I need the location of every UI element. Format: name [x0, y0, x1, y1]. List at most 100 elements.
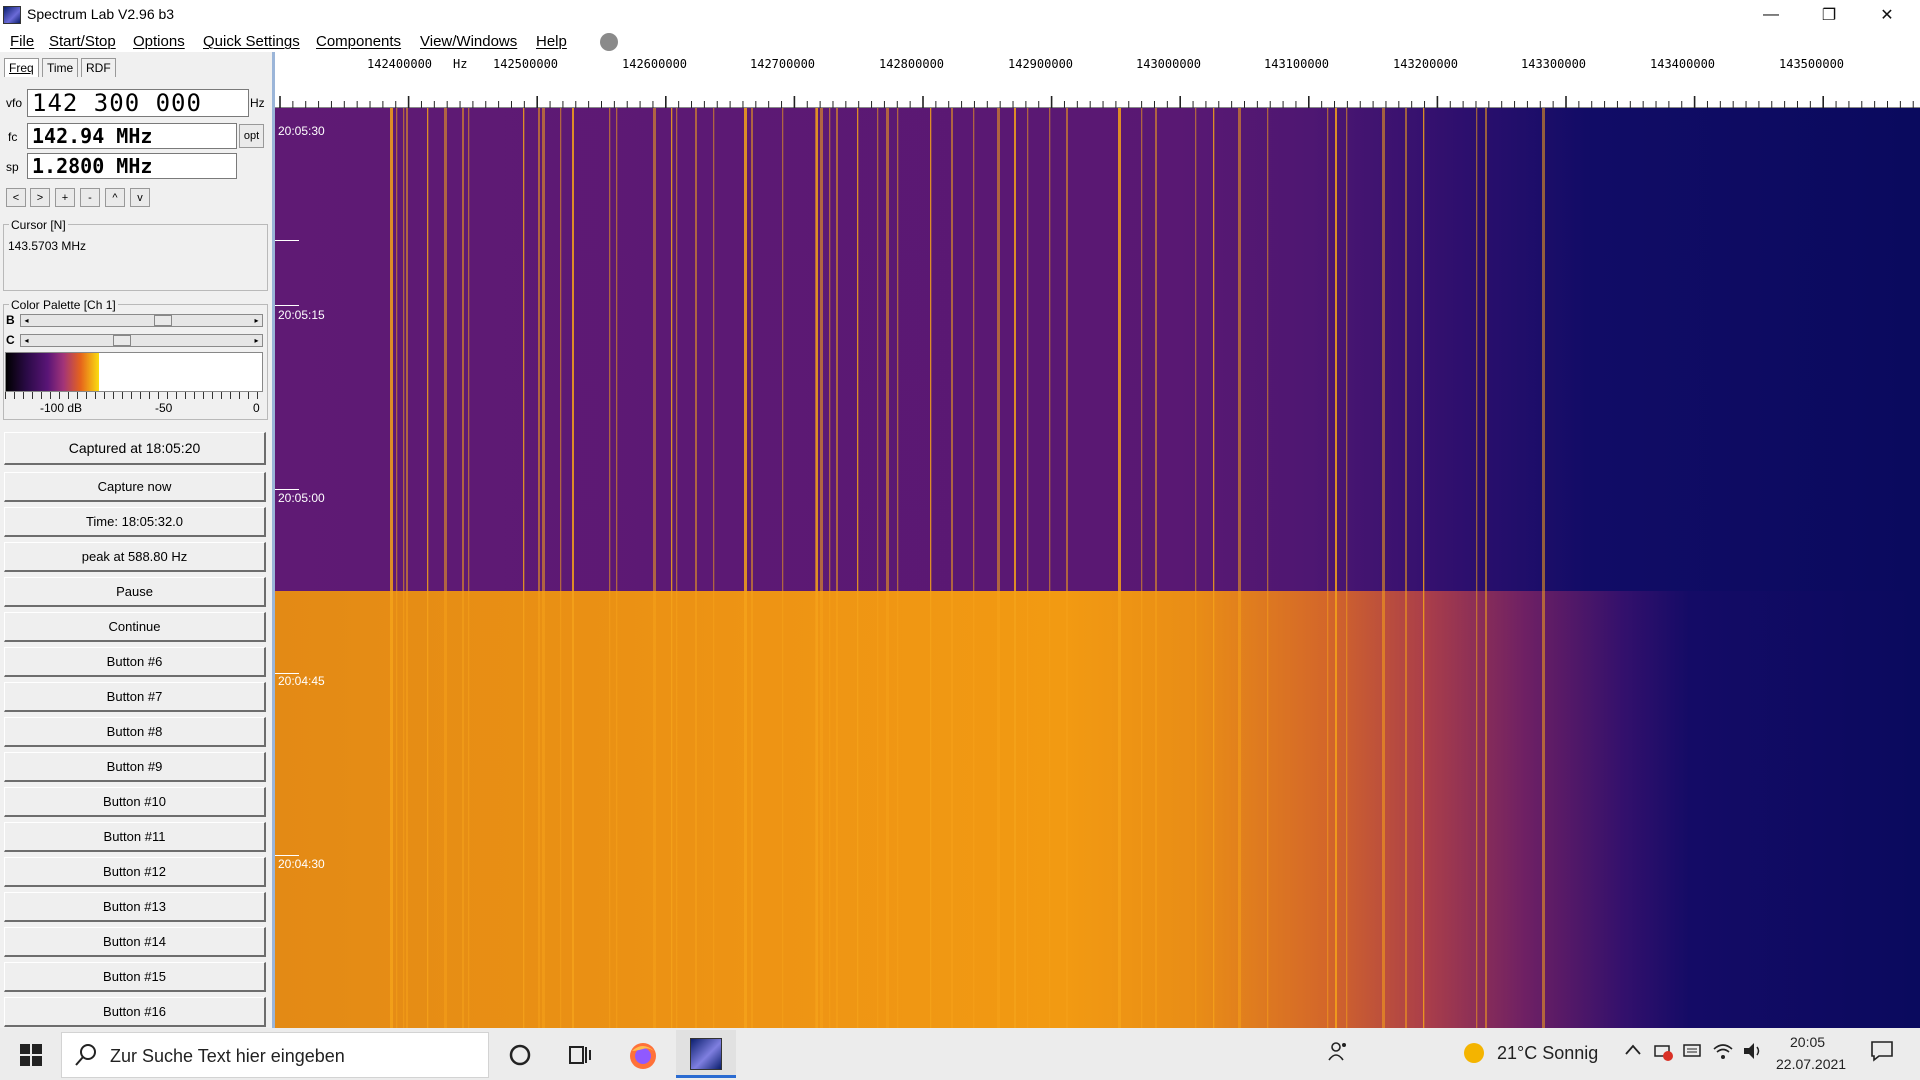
capture-now-button[interactable]: Capture now	[4, 472, 266, 502]
signal-streak	[572, 108, 574, 1028]
volume-icon[interactable]	[1742, 1040, 1764, 1067]
menu-start-stop[interactable]: Start/Stop	[49, 33, 116, 50]
wifi-icon[interactable]	[1712, 1040, 1734, 1067]
frequency-ticks	[279, 96, 1914, 108]
input-icon[interactable]	[1682, 1040, 1704, 1067]
button-14[interactable]: Button #14	[4, 927, 266, 957]
signal-streak	[609, 108, 611, 1028]
slider-right-arrow-icon[interactable]: ▸	[251, 315, 262, 326]
menu-file[interactable]: File	[10, 33, 34, 50]
signal-streak	[1267, 108, 1269, 1028]
button-8[interactable]: Button #8	[4, 717, 266, 747]
nav-up-button[interactable]: ^	[105, 188, 125, 207]
contrast-slider[interactable]: ◂ ▸	[20, 334, 263, 347]
signal-streak	[973, 108, 975, 1028]
chevron-up-icon[interactable]	[1624, 1040, 1642, 1065]
restore-button[interactable]: ❐	[1800, 0, 1858, 30]
windows-start-icon[interactable]	[14, 1040, 48, 1070]
signal-streak	[897, 108, 899, 1028]
button-12[interactable]: Button #12	[4, 857, 266, 887]
signal-streak	[406, 108, 408, 1028]
menu-help[interactable]: Help	[536, 33, 567, 50]
fc-field[interactable]: 142.94 MHz	[27, 123, 237, 149]
opt-button[interactable]: opt	[239, 124, 264, 148]
task-view-icon[interactable]	[566, 1040, 594, 1070]
button-9[interactable]: Button #9	[4, 752, 266, 782]
palette-label-mid: -50	[155, 401, 173, 415]
continue-button[interactable]: Continue	[4, 612, 266, 642]
menu-view-windows[interactable]: View/Windows	[420, 33, 517, 50]
taskbar-search-box[interactable]: Zur Suche Text hier eingeben	[61, 1032, 489, 1078]
tab-rdf[interactable]: RDF	[81, 58, 116, 77]
zoom-out-button[interactable]: -	[80, 188, 100, 207]
time-tick	[275, 855, 299, 856]
brightness-slider-thumb[interactable]	[153, 315, 172, 326]
signal-streak	[1155, 108, 1157, 1028]
frequency-axis[interactable]: 142400000 Hz 142500000 142600000 1427000…	[275, 52, 1920, 108]
nav-right-button[interactable]: >	[30, 188, 50, 207]
signal-streak	[997, 108, 1000, 1028]
spectrum-lab-icon	[690, 1038, 722, 1070]
button-10[interactable]: Button #10	[4, 787, 266, 817]
signal-streak	[1327, 108, 1329, 1028]
weather-sun-icon[interactable]	[1462, 1041, 1486, 1070]
button-15[interactable]: Button #15	[4, 962, 266, 992]
freq-label: 143400000	[1650, 57, 1716, 71]
slider-left-arrow-icon[interactable]: ◂	[21, 315, 32, 326]
clock-date[interactable]: 22.07.2021	[1776, 1056, 1846, 1072]
contrast-label: C	[6, 333, 15, 347]
button-13[interactable]: Button #13	[4, 892, 266, 922]
menu-options[interactable]: Options	[133, 33, 185, 50]
button-6[interactable]: Button #6	[4, 647, 266, 677]
network-icon[interactable]	[1652, 1040, 1674, 1067]
freq-label: 142500000	[493, 57, 559, 71]
signal-streak	[1195, 108, 1197, 1028]
button-11[interactable]: Button #11	[4, 822, 266, 852]
nav-down-button[interactable]: v	[130, 188, 150, 207]
tab-freq[interactable]: Freq	[4, 58, 39, 77]
cortana-icon[interactable]	[506, 1040, 534, 1070]
brightness-label: B	[6, 313, 15, 327]
people-icon[interactable]	[1327, 1040, 1349, 1067]
nav-left-button[interactable]: <	[6, 188, 26, 207]
app-icon	[3, 6, 21, 24]
vfo-field[interactable]: 142 300 000	[27, 89, 249, 117]
captured-at-button[interactable]: Captured at 18:05:20	[4, 432, 266, 465]
menu-quick-settings[interactable]: Quick Settings	[203, 33, 300, 50]
time-button[interactable]: Time: 18:05:32.0	[4, 507, 266, 537]
slider-left-arrow-icon[interactable]: ◂	[21, 335, 32, 346]
title-bar: Spectrum Lab V2.96 b3 — ❐ ✕	[0, 0, 1920, 30]
spectrum-lab-taskbar-icon[interactable]	[676, 1030, 736, 1078]
color-palette-bar[interactable]	[5, 352, 263, 392]
freq-unit-label: Hz	[453, 57, 468, 71]
menu-components[interactable]: Components	[316, 33, 401, 50]
button-16[interactable]: Button #16	[4, 997, 266, 1027]
signal-streak	[1027, 108, 1029, 1028]
signal-streak	[671, 108, 673, 1028]
firefox-icon[interactable]	[626, 1040, 660, 1072]
peak-button[interactable]: peak at 588.80 Hz	[4, 542, 266, 572]
pause-button[interactable]: Pause	[4, 577, 266, 607]
clock-time[interactable]: 20:05	[1790, 1034, 1825, 1050]
palette-label-max: 0	[253, 401, 260, 415]
button-7[interactable]: Button #7	[4, 682, 266, 712]
signal-streak	[560, 108, 562, 1028]
brightness-slider[interactable]: ◂ ▸	[20, 314, 263, 327]
signal-streak	[1141, 108, 1143, 1028]
record-status-icon[interactable]	[600, 33, 618, 51]
palette-ticks	[5, 392, 263, 399]
signal-streak	[653, 108, 656, 1028]
tab-time[interactable]: Time	[42, 58, 79, 77]
minimize-button[interactable]: —	[1742, 0, 1800, 30]
sp-field[interactable]: 1.2800 MHz	[27, 153, 237, 179]
contrast-slider-thumb[interactable]	[113, 335, 132, 346]
slider-right-arrow-icon[interactable]: ▸	[251, 335, 262, 346]
signal-streak	[1346, 108, 1348, 1028]
waterfall-spectrogram[interactable]: 20:05:30 20:05:15 20:05:00 20:04:45 20:0…	[275, 108, 1920, 1028]
time-tick	[275, 489, 299, 490]
color-palette-title: Color Palette [Ch 1]	[9, 298, 118, 312]
zoom-in-button[interactable]: +	[55, 188, 75, 207]
weather-text[interactable]: 21°C Sonnig	[1497, 1043, 1598, 1064]
notifications-icon[interactable]	[1870, 1040, 1894, 1067]
close-button[interactable]: ✕	[1858, 0, 1916, 30]
